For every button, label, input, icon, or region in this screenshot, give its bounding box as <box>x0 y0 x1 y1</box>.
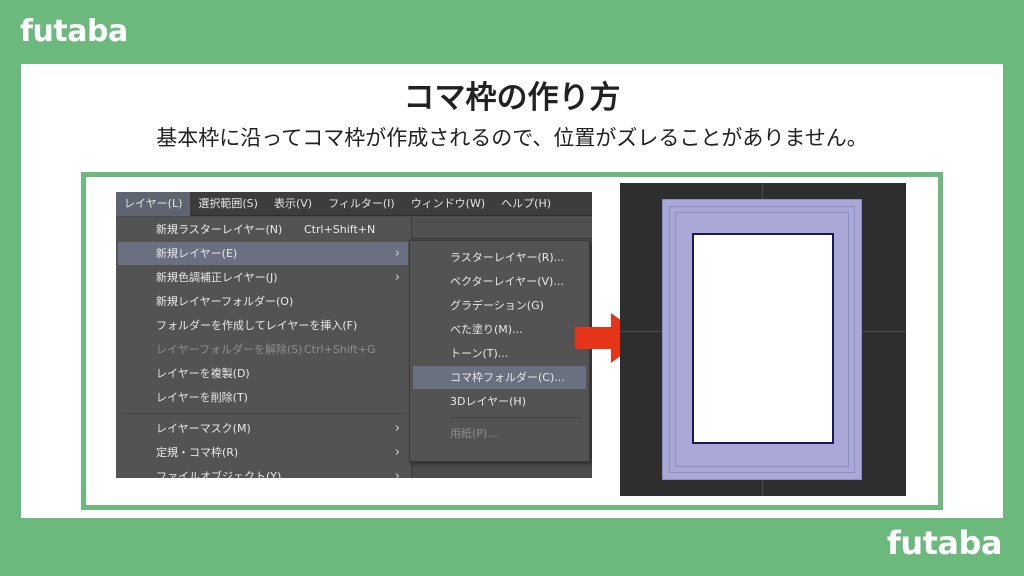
menu-item-label: フォルダーを作成してレイヤーを挿入(F) <box>156 319 358 332</box>
menu-item-create-folder-insert[interactable]: フォルダーを作成してレイヤーを挿入(F) <box>118 314 408 337</box>
menu-item-layer-mask[interactable]: レイヤーマスク(M) › <box>118 417 408 440</box>
shortcut-label: Ctrl+Shift+G <box>304 343 376 356</box>
menu-item-label: レイヤーフォルダーを解除(S) <box>156 343 303 356</box>
futaba-logo-top: futaba <box>20 14 128 49</box>
menu-bar: レイヤー(L) 選択範囲(S) 表示(V) フィルター(I) ウィンドウ(W) … <box>116 192 592 216</box>
menu-item-label: ファイルオブジェクト(Y) <box>156 470 282 478</box>
chevron-right-icon: › <box>394 445 400 460</box>
submenu-item-3d-layer[interactable]: 3Dレイヤー(H) <box>413 390 586 413</box>
submenu-item-frame-folder[interactable]: コマ枠フォルダー(C)... <box>413 366 586 389</box>
menu-item-label: 新規色調補正レイヤー(J) <box>156 271 278 284</box>
new-layer-submenu: ラスターレイヤー(R)... ベクターレイヤー(V)... グラデーション(G)… <box>409 240 590 462</box>
canvas-preview <box>620 183 906 496</box>
menubar-item-view[interactable]: 表示(V) <box>266 192 320 216</box>
content-card: コマ枠の作り方 基本枠に沿ってコマ枠が作成されるので、位置がズレることがありませ… <box>21 64 1003 518</box>
chevron-right-icon: › <box>394 246 400 261</box>
menubar-item-selection[interactable]: 選択範囲(S) <box>190 192 266 216</box>
chevron-right-icon: › <box>394 421 400 436</box>
menu-separator <box>122 413 406 414</box>
menu-item-file-object[interactable]: ファイルオブジェクト(Y) › <box>118 465 408 478</box>
menubar-item-window[interactable]: ウィンドウ(W) <box>403 192 493 216</box>
menu-item-label: 定規・コマ枠(R) <box>156 446 239 459</box>
submenu-item-gradation[interactable]: グラデーション(G) <box>413 294 586 317</box>
menu-item-label: 新規レイヤー(E) <box>156 247 238 260</box>
menu-item-label: レイヤーを複製(D) <box>156 367 250 380</box>
menu-item-new-raster-layer[interactable]: 新規ラスターレイヤー(N) Ctrl+Shift+N <box>118 218 408 241</box>
koma-frame <box>692 233 834 444</box>
chevron-right-icon: › <box>394 270 400 285</box>
menu-item-ruler-frame[interactable]: 定規・コマ枠(R) › <box>118 441 408 464</box>
menu-item-duplicate-layer[interactable]: レイヤーを複製(D) <box>118 362 408 385</box>
menubar-item-help[interactable]: ヘルプ(H) <box>493 192 559 216</box>
toolbar-strip <box>411 217 592 239</box>
menu-separator <box>450 417 582 418</box>
submenu-item-paper: 用紙(P)... <box>450 427 498 440</box>
submenu-item-raster-layer[interactable]: ラスターレイヤー(R)... <box>413 246 586 269</box>
illustration-frame: レイヤー(L) 選択範囲(S) 表示(V) フィルター(I) ウィンドウ(W) … <box>81 172 943 510</box>
menubar-item-layer[interactable]: レイヤー(L) <box>116 192 191 216</box>
menu-item-new-layer-folder[interactable]: 新規レイヤーフォルダー(O) <box>118 290 408 313</box>
menu-item-delete-layer[interactable]: レイヤーを削除(T) <box>118 386 408 409</box>
menu-item-release-folder: レイヤーフォルダーを解除(S) Ctrl+Shift+G <box>118 338 408 361</box>
futaba-logo-bottom: futaba <box>886 524 1003 562</box>
menu-item-label: レイヤーマスク(M) <box>156 422 251 435</box>
submenu-item-tone[interactable]: トーン(T)... <box>413 342 586 365</box>
menubar-item-filter[interactable]: フィルター(I) <box>320 192 403 216</box>
menu-screenshot: レイヤー(L) 選択範囲(S) 表示(V) フィルター(I) ウィンドウ(W) … <box>116 192 592 478</box>
menu-item-new-correction-layer[interactable]: 新規色調補正レイヤー(J) › <box>118 266 408 289</box>
page-subtitle: 基本枠に沿ってコマ枠が作成されるので、位置がズレることがありません。 <box>156 126 868 150</box>
submenu-item-vector-layer[interactable]: ベクターレイヤー(V)... <box>413 270 586 293</box>
menu-item-new-layer[interactable]: 新規レイヤー(E) › <box>118 242 408 265</box>
menu-item-label: 新規ラスターレイヤー(N) <box>156 223 283 236</box>
chevron-right-icon: › <box>394 469 400 478</box>
submenu-item-fill[interactable]: べた塗り(M)... <box>413 318 586 341</box>
page-title: コマ枠の作り方 <box>403 80 621 116</box>
menu-item-label: レイヤーを削除(T) <box>156 391 248 404</box>
layer-menu: 新規ラスターレイヤー(N) Ctrl+Shift+N 新規レイヤー(E) › 新… <box>116 217 412 478</box>
shortcut-label: Ctrl+Shift+N <box>304 223 376 236</box>
menu-item-label: 新規レイヤーフォルダー(O) <box>156 295 294 308</box>
